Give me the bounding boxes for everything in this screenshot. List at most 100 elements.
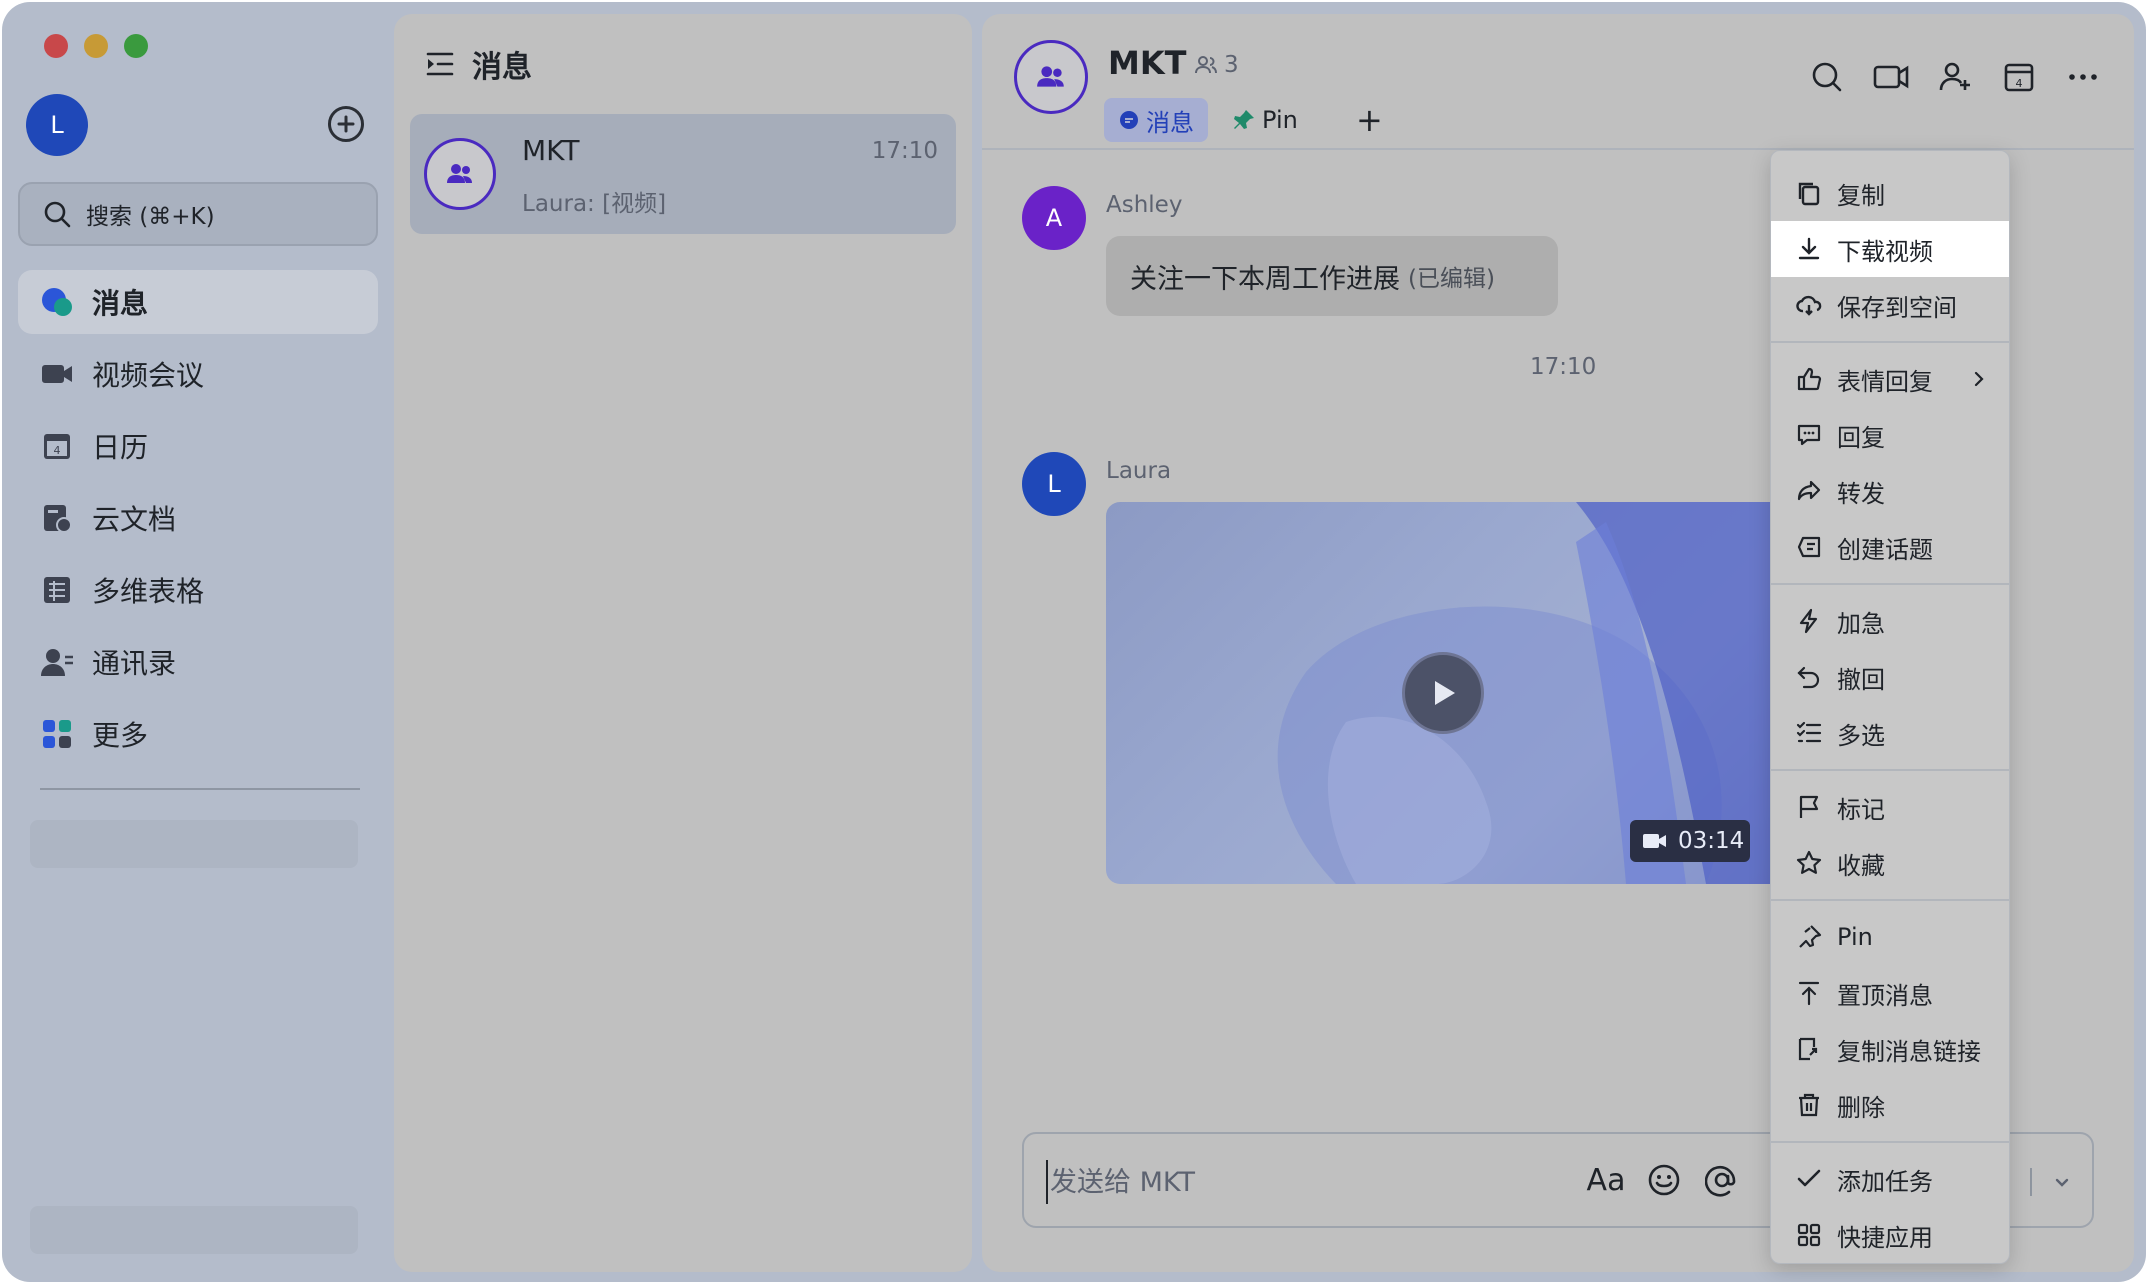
sidebar-item-messages[interactable]: 消息 bbox=[18, 270, 378, 334]
message-bubble[interactable]: 关注一下本周工作进展 (已编辑) bbox=[1106, 236, 1558, 316]
menu-item-label: 回复 bbox=[1837, 423, 1885, 452]
chevron-down-icon bbox=[2055, 1178, 2069, 1187]
edited-label: (已编辑) bbox=[1408, 266, 1495, 292]
pin-top-icon bbox=[1795, 979, 1823, 1007]
menu-item-pin-to-top[interactable]: 置顶消息 bbox=[1771, 965, 2009, 1021]
menu-item-flag[interactable]: 标记 bbox=[1771, 779, 2009, 835]
text-format-button[interactable]: Aa bbox=[1584, 1158, 1628, 1202]
add-member-button[interactable] bbox=[1936, 58, 1974, 96]
mention-button[interactable] bbox=[1700, 1158, 1744, 1202]
menu-item-label: 快捷应用 bbox=[1837, 1223, 1933, 1252]
menu-item-copy[interactable]: 复制 bbox=[1771, 165, 2009, 221]
collapse-list-icon[interactable] bbox=[424, 48, 456, 80]
sender-avatar[interactable]: L bbox=[1022, 452, 1086, 516]
menu-item-label: 保存到空间 bbox=[1837, 293, 1957, 322]
menu-item-label: 标记 bbox=[1837, 795, 1885, 824]
menu-item-save-to-space[interactable]: 保存到空间 bbox=[1771, 277, 2009, 333]
calendar-button[interactable]: 4 bbox=[2000, 58, 2038, 96]
menu-item-label: 转发 bbox=[1837, 479, 1885, 508]
apps-grid-icon bbox=[1795, 1221, 1823, 1249]
copy-icon bbox=[1795, 179, 1823, 207]
menu-item-forward[interactable]: 转发 bbox=[1771, 463, 2009, 519]
message-text: 关注一下本周工作进展 bbox=[1130, 263, 1400, 295]
sidebar-item-calendar[interactable]: 4 日历 bbox=[18, 414, 378, 478]
menu-item-delete[interactable]: 删除 bbox=[1771, 1077, 2009, 1133]
send-divider bbox=[2030, 1168, 2032, 1196]
menu-item-add-task[interactable]: 添加任务 bbox=[1771, 1151, 2009, 1207]
menu-item-create-topic[interactable]: 创建话题 bbox=[1771, 519, 2009, 575]
tab-pin[interactable]: Pin bbox=[1218, 98, 1312, 142]
menu-item-label: 创建话题 bbox=[1837, 535, 1933, 564]
cloud-save-icon bbox=[1795, 291, 1823, 319]
chat-preview: Laura: [视频] bbox=[522, 191, 667, 217]
member-count[interactable]: 3 bbox=[1194, 52, 1239, 78]
play-icon bbox=[1435, 681, 1455, 705]
menu-item-urgent[interactable]: 加急 bbox=[1771, 593, 2009, 649]
video-camera-icon bbox=[40, 357, 74, 391]
video-call-button[interactable] bbox=[1872, 58, 1910, 96]
contacts-icon bbox=[40, 645, 74, 679]
group-icon bbox=[1037, 66, 1064, 87]
chat-list-header: 消息 bbox=[424, 42, 532, 86]
sidebar-item-label: 消息 bbox=[92, 287, 149, 320]
topic-icon bbox=[1795, 533, 1823, 561]
menu-item-multi-select[interactable]: 多选 bbox=[1771, 705, 2009, 761]
sidebar-item-video-meetings[interactable]: 视频会议 bbox=[18, 342, 378, 406]
chat-list-item[interactable]: MKT 17:10 Laura: [视频] bbox=[410, 114, 956, 234]
menu-item-reply[interactable]: 回复 bbox=[1771, 407, 2009, 463]
blurred-item bbox=[30, 1206, 358, 1254]
create-button[interactable] bbox=[328, 106, 364, 142]
chat-name: MKT bbox=[522, 134, 580, 167]
chat-list-title: 消息 bbox=[472, 50, 532, 85]
window-zoom-button[interactable] bbox=[124, 34, 148, 58]
more-options-button[interactable] bbox=[2064, 58, 2102, 96]
sender-name: Ashley bbox=[1106, 192, 1183, 218]
video-duration: 03:14 bbox=[1678, 828, 1745, 854]
search-chat-button[interactable] bbox=[1808, 58, 1846, 96]
sidebar-item-cloud-docs[interactable]: 云文档 bbox=[18, 486, 378, 550]
at-sign-icon bbox=[1705, 1166, 1736, 1197]
sidebar-item-label: 视频会议 bbox=[92, 359, 205, 392]
conversation-title: MKT bbox=[1108, 44, 1187, 82]
menu-item-recall[interactable]: 撤回 bbox=[1771, 649, 2009, 705]
menu-item-favorite[interactable]: 收藏 bbox=[1771, 835, 2009, 891]
menu-divider bbox=[1771, 899, 2009, 901]
menu-item-quick-apps[interactable]: 快捷应用 bbox=[1771, 1207, 2009, 1263]
menu-item-label: 复制 bbox=[1837, 181, 1885, 210]
link-icon bbox=[1795, 1035, 1823, 1063]
play-button[interactable] bbox=[1402, 652, 1484, 734]
sidebar-item-label: 通讯录 bbox=[92, 647, 177, 680]
sender-avatar[interactable]: A bbox=[1022, 186, 1086, 250]
download-icon bbox=[1795, 235, 1823, 263]
video-duration-badge: 03:14 bbox=[1630, 820, 1750, 862]
video-message[interactable]: 03:14 bbox=[1106, 502, 1786, 884]
add-tab-button[interactable]: + bbox=[1342, 98, 1397, 142]
group-avatar bbox=[424, 138, 496, 210]
search-icon bbox=[44, 201, 71, 228]
time-separator: 17:10 bbox=[1530, 354, 1597, 380]
message-input[interactable] bbox=[1046, 1160, 1566, 1204]
menu-item-reaction[interactable]: 表情回复 bbox=[1771, 351, 2009, 407]
menu-item-copy-link[interactable]: 复制消息链接 bbox=[1771, 1021, 2009, 1077]
members-icon bbox=[1195, 56, 1217, 74]
send-options-button[interactable] bbox=[2050, 1170, 2074, 1194]
sidebar-item-more[interactable]: 更多 bbox=[18, 702, 378, 766]
search-chat-icon bbox=[1812, 62, 1842, 92]
sidebar-item-contacts[interactable]: 通讯录 bbox=[18, 630, 378, 694]
chevron-right-icon bbox=[1967, 367, 1991, 391]
tab-messages[interactable]: 消息 bbox=[1104, 98, 1208, 142]
menu-item-label: 下载视频 bbox=[1837, 237, 1933, 266]
window-close-button[interactable] bbox=[44, 34, 68, 58]
sidebar-item-base-table[interactable]: 多维表格 bbox=[18, 558, 378, 622]
sidebar-divider bbox=[40, 788, 360, 790]
menu-item-pin[interactable]: Pin bbox=[1771, 909, 2009, 965]
text-format-icon: Aa bbox=[1586, 1162, 1626, 1198]
calendar-icon: 4 bbox=[2004, 63, 2034, 92]
user-avatar[interactable]: L bbox=[26, 94, 88, 156]
emoji-button[interactable] bbox=[1642, 1158, 1686, 1202]
window-minimize-button[interactable] bbox=[84, 34, 108, 58]
menu-item-download-video[interactable]: 下载视频 bbox=[1771, 221, 2009, 277]
menu-item-label: 多选 bbox=[1837, 721, 1885, 750]
search-input[interactable]: 搜索 (⌘+K) bbox=[18, 182, 378, 246]
group-avatar[interactable] bbox=[1014, 40, 1088, 114]
